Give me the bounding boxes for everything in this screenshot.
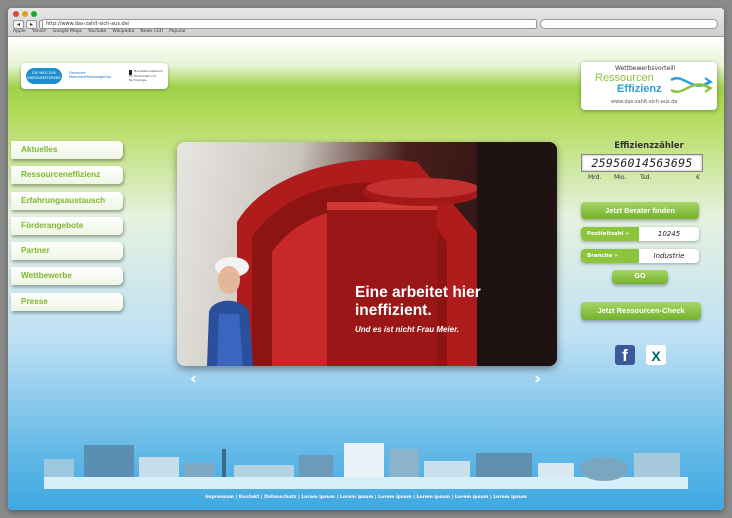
brand-url: www.das-zahlt-sich-aus.de (611, 99, 678, 105)
energy-efficiency-logo: DIE WEG ZUR ENERGIEEFFIZIENZ (26, 68, 62, 84)
unit-mio: Mio. (614, 174, 627, 181)
bookmark-news[interactable]: News (33) (140, 29, 163, 34)
main-nav: Aktuelles Ressourceneffizienz Erfahrungs… (11, 141, 123, 318)
bookmark-google-maps[interactable]: Google Maps (53, 29, 82, 34)
go-button[interactable]: GO (612, 270, 668, 284)
nav-item-wettbewerbe[interactable]: Wettbewerbe (11, 267, 123, 286)
hero-banner[interactable]: Eine arbeitet hier ineffizient. Und es i… (177, 142, 557, 366)
counter-display: 25956014563695 (581, 154, 703, 172)
bookmark-wikipedia[interactable]: Wikipedia (112, 29, 134, 34)
bookmark-apple[interactable]: Apple (13, 29, 26, 34)
branch-select[interactable]: Industrie (639, 249, 699, 263)
carousel-prev-arrow-icon[interactable]: ‹ (190, 369, 197, 389)
hero-headline: Eine arbeitet hier ineffizient. (355, 284, 481, 319)
counter-title: Effizienzzähler (614, 141, 684, 151)
browser-window: ◂ ▸ + http://www.das-zahlt-sich-aus.de/ … (8, 8, 724, 510)
resource-check-button[interactable]: Jetzt Ressourcen-Check (581, 302, 701, 320)
unit-tsd: Tsd. (640, 174, 652, 181)
branch-field[interactable]: Branche » Industrie (581, 249, 699, 263)
bmwi-text: Bundesministerium für Wirtschaft und Tec… (129, 69, 164, 82)
bookmarks-bar: Apple Yahoo! Google Maps YouTube Wikiped… (13, 29, 186, 34)
footer-links[interactable]: Impressum | Kontakt | Datenschutz | Lore… (8, 495, 724, 500)
facebook-icon[interactable]: f (615, 345, 635, 365)
nav-item-partner[interactable]: Partner (11, 242, 123, 261)
unit-mrd: Mrd. (588, 174, 602, 181)
browser-toolbar: ◂ ▸ + http://www.das-zahlt-sich-aus.de/ … (8, 8, 724, 37)
nav-item-aktuelles[interactable]: Aktuelles (11, 141, 123, 159)
postcode-input[interactable]: 10245 (639, 227, 699, 241)
window-controls (13, 11, 37, 17)
nav-item-ressourceneffizienz[interactable]: Ressourceneffizienz (11, 166, 123, 185)
counter-units: Mrd. Mio. Tsd. € (588, 174, 700, 181)
address-bar[interactable]: http://www.das-zahlt-sich-aus.de/ (42, 19, 537, 29)
partner-logos[interactable]: DIE WEG ZUR ENERGIEEFFIZIENZ Deutsche Ma… (21, 63, 168, 89)
swirl-arrows-icon (670, 77, 713, 93)
carousel-next-arrow-icon[interactable]: › (534, 369, 541, 389)
bookmark-youtube[interactable]: YouTube (88, 29, 106, 34)
browser-search-input[interactable] (540, 19, 718, 29)
close-window-icon[interactable] (13, 11, 19, 17)
find-advisor-button[interactable]: Jetzt Berater finden (581, 202, 699, 219)
brand-logo[interactable]: Wettbewerbsvorteil! Ressourcen Effizienz… (581, 62, 717, 110)
bmwi-logo: Bundesministerium für Wirtschaft und Tec… (129, 69, 165, 82)
forward-button[interactable]: ▸ (26, 20, 37, 29)
postcode-field[interactable]: Postleitzahl » 10245 (581, 227, 699, 241)
nav-item-foerderangebote[interactable]: Förderangebote (11, 216, 123, 235)
postcode-label: Postleitzahl » (581, 227, 639, 241)
demea-logo: Deutsche Materialeffizienzagentur (69, 71, 112, 79)
unit-euro: € (696, 174, 700, 181)
back-button[interactable]: ◂ (13, 20, 24, 29)
nav-item-erfahrungsaustausch[interactable]: Erfahrungsaustausch (11, 191, 123, 210)
bookmark-popular[interactable]: Popular (169, 29, 186, 34)
bookmark-yahoo[interactable]: Yahoo! (32, 29, 47, 34)
nav-item-presse[interactable]: Presse (11, 292, 123, 311)
web-page: DIE WEG ZUR ENERGIEEFFIZIENZ Deutsche Ma… (8, 37, 724, 510)
brand-word-effizienz: Effizienz (617, 83, 662, 95)
brand-tagline: Wettbewerbsvorteil! (615, 65, 676, 72)
zoom-window-icon[interactable] (31, 11, 37, 17)
branch-label: Branche » (581, 249, 639, 263)
minimize-window-icon[interactable] (22, 11, 28, 17)
industrial-skyline-image (44, 443, 688, 489)
hero-subline: Und es ist nicht Frau Meier. (355, 325, 460, 334)
xing-icon[interactable]: X (646, 345, 666, 365)
